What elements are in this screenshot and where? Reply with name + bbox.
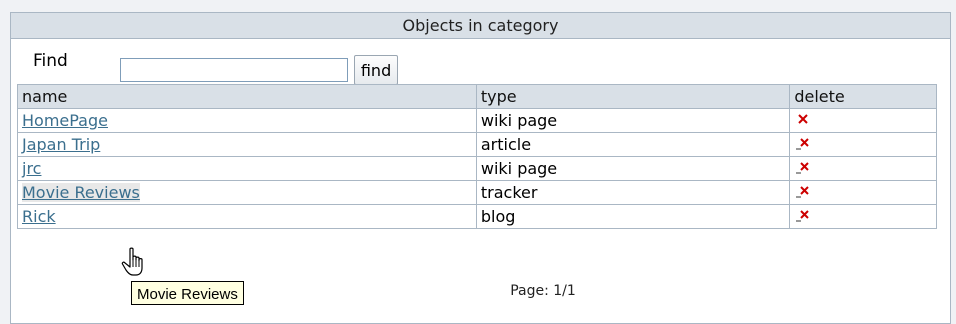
objects-table: name type delete HomePage wiki page Japa… — [17, 84, 937, 229]
find-label: Find — [33, 51, 68, 71]
table-header-row: name type delete — [17, 84, 937, 109]
delete-cell — [789, 156, 937, 181]
hand-pointer-icon — [121, 247, 149, 284]
table-row: Japan Trip article — [17, 132, 937, 157]
name-cell: Japan Trip — [17, 132, 477, 157]
delete-x-icon[interactable] — [796, 136, 810, 150]
object-link-japan-trip[interactable]: Japan Trip — [22, 135, 100, 154]
table-row: HomePage wiki page — [17, 108, 937, 133]
type-cell: wiki page — [475, 108, 791, 133]
table-row: Rick blog — [17, 204, 937, 229]
link-tooltip: Movie Reviews — [131, 281, 244, 305]
delete-cell — [789, 108, 937, 133]
delete-cell — [789, 180, 937, 205]
type-cell: article — [475, 132, 791, 157]
name-cell: HomePage — [17, 108, 477, 133]
column-header-delete: delete — [789, 84, 937, 109]
type-cell: tracker — [475, 180, 791, 205]
name-cell: Movie Reviews — [17, 180, 477, 205]
name-cell: Rick — [17, 204, 477, 229]
find-button[interactable]: find — [353, 55, 399, 85]
object-link-rick[interactable]: Rick — [22, 207, 56, 226]
table-row: Movie Reviews tracker — [17, 180, 937, 205]
name-cell: jrc — [17, 156, 477, 181]
type-cell: blog — [475, 204, 791, 229]
column-header-name: name — [17, 84, 477, 109]
delete-x-icon[interactable] — [796, 208, 810, 222]
find-input[interactable] — [119, 58, 348, 82]
object-link-movie-reviews[interactable]: Movie Reviews — [22, 183, 140, 202]
delete-x-icon[interactable] — [796, 160, 810, 174]
delete-cell — [789, 204, 937, 229]
delete-x-icon[interactable] — [796, 112, 810, 126]
table-row: jrc wiki page — [17, 156, 937, 181]
object-link-homepage[interactable]: HomePage — [22, 111, 108, 130]
object-link-jrc[interactable]: jrc — [22, 159, 41, 178]
type-cell: wiki page — [475, 156, 791, 181]
delete-cell — [789, 132, 937, 157]
column-header-type: type — [475, 84, 791, 109]
panel-title: Objects in category — [11, 13, 950, 39]
delete-x-icon[interactable] — [796, 184, 810, 198]
